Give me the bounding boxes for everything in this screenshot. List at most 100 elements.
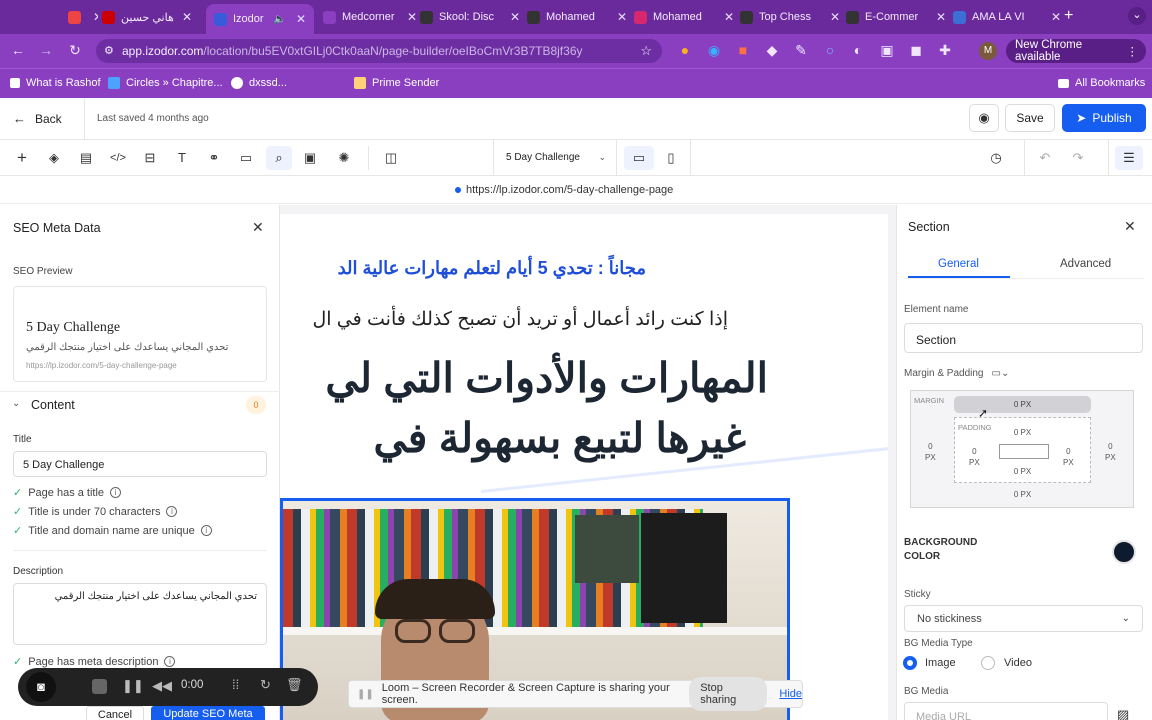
close-icon[interactable]: ✕	[1124, 218, 1136, 235]
undo-icon[interactable]: ↶	[1037, 150, 1053, 166]
page-preview[interactable]: مجاناً : تحدي 5 أيام لتعلم مهارات عالية …	[280, 214, 888, 720]
tab-advanced[interactable]: Advanced	[1060, 258, 1111, 270]
browser-tab[interactable]: ✕	[68, 6, 98, 28]
margin-bottom-input[interactable]: 0 PX	[954, 490, 1091, 499]
terminal-icon[interactable]: ▣	[302, 150, 318, 166]
browser-tab[interactable]: E-Commer ✕	[846, 6, 946, 28]
description-textarea[interactable]: تحدي المجاني يساعدك على اختيار منتجك الر…	[13, 583, 267, 645]
tab-close-icon[interactable]: ✕	[611, 10, 627, 24]
browser-tab[interactable]: Izodor 🔈 ✕	[206, 4, 314, 34]
bookmark-item[interactable]: Circles » Chapitre...	[108, 77, 223, 89]
new-chrome-available-button[interactable]: New Chrome available ⋮	[1006, 39, 1146, 63]
camera-icon[interactable]: ◙	[26, 672, 56, 702]
tab-mute-icon[interactable]: 🔈	[274, 14, 286, 25]
padding-bottom-input[interactable]: 0 PX	[955, 467, 1090, 476]
media-url-input[interactable]: Media URL	[904, 702, 1108, 720]
tab-general[interactable]: General	[938, 258, 979, 270]
padding-right-input[interactable]: 0 PX	[1063, 446, 1074, 468]
code-icon[interactable]: </>	[110, 150, 126, 166]
back-button[interactable]: ← Back	[13, 111, 62, 126]
extension-dark-icon[interactable]: ◼	[908, 42, 924, 58]
desktop-view-icon[interactable]: ▭	[624, 146, 654, 170]
text-icon[interactable]: T	[174, 150, 190, 166]
layers-icon[interactable]: ◈	[46, 150, 62, 166]
sticky-select[interactable]: No stickiness ⌄	[904, 605, 1143, 632]
browser-tab[interactable]: Top Chess ✕	[740, 6, 840, 28]
main-heading-line-2[interactable]: غيرها لتبيع بسهولة في	[374, 414, 746, 462]
bookmark-item[interactable]: Prime Sender	[354, 77, 439, 89]
extension-shield-icon[interactable]: ◆	[764, 42, 780, 58]
title-input[interactable]: 5 Day Challenge	[13, 451, 267, 477]
tab-close-icon[interactable]: ✕	[504, 10, 520, 24]
pause-icon[interactable]: ❚❚	[122, 678, 144, 694]
margin-right-input[interactable]: 0 PX	[1105, 441, 1116, 463]
padding-left-input[interactable]: 0 PX	[969, 446, 980, 468]
page-url[interactable]: https://lp.izodor.com/5-day-challenge-pa…	[455, 184, 673, 196]
tab-close-icon[interactable]: ✕	[176, 10, 192, 24]
browser-tab[interactable]: هاني حسين ✕	[102, 6, 192, 28]
paint-icon[interactable]: ⊟	[142, 150, 158, 166]
media-icon[interactable]: ▭	[238, 150, 254, 166]
profile-menu-icon[interactable]: ⌄	[1128, 7, 1146, 25]
close-icon[interactable]: ✕	[252, 219, 264, 236]
extension-bulb-icon[interactable]: ●	[677, 42, 693, 58]
update-seo-meta-button[interactable]: Update SEO Meta	[151, 706, 265, 720]
history-icon[interactable]: ◷	[988, 150, 1004, 166]
margin-top-input[interactable]: 0 PX	[954, 396, 1091, 413]
redo-icon[interactable]: ↷	[1070, 150, 1086, 166]
main-heading-line-1[interactable]: المهارات والأدوات التي لي	[325, 354, 768, 402]
tab-close-icon[interactable]: ✕	[718, 10, 734, 24]
info-icon[interactable]: i	[200, 525, 212, 536]
profile-avatar[interactable]: M	[979, 42, 997, 60]
content-section-toggle[interactable]: Content	[31, 398, 75, 412]
stop-recording-icon[interactable]	[92, 679, 107, 694]
extension-red-icon[interactable]: ■	[735, 42, 751, 58]
bookmark-star-icon[interactable]: ☆	[640, 43, 652, 59]
page-selector[interactable]: 5 Day Challenge ⌄	[506, 152, 606, 163]
pages-icon[interactable]: ▤	[78, 150, 94, 166]
hide-button[interactable]: Hide	[779, 688, 802, 700]
preview-eye-icon[interactable]: ◉	[969, 104, 999, 132]
tab-close-icon[interactable]: ✕	[290, 12, 306, 26]
image-upload-icon[interactable]: ▨	[1117, 707, 1129, 720]
extension-circle-icon[interactable]: ○	[822, 42, 838, 58]
element-name-input[interactable]: Section	[904, 323, 1143, 353]
rewind-icon[interactable]: ◀◀	[152, 678, 172, 694]
extension-square-icon[interactable]: ▣	[879, 42, 895, 58]
browser-tab[interactable]: Mohamed ✕	[634, 6, 734, 28]
stop-sharing-button[interactable]: Stop sharing	[689, 677, 768, 711]
tab-close-icon[interactable]: ✕	[1045, 10, 1061, 24]
drag-grid-icon[interactable]: ⁞⁞	[232, 677, 239, 692]
padding-top-input[interactable]: 0 PX	[955, 428, 1090, 437]
reload-icon[interactable]: ↻	[67, 42, 83, 58]
drag-handle-icon[interactable]: ❚❚	[357, 689, 374, 700]
publish-button[interactable]: ➤ Publish	[1062, 104, 1146, 132]
back-nav-icon[interactable]: ←	[10, 42, 26, 58]
chrome-menu-icon[interactable]: ⋮	[1127, 44, 1139, 58]
save-button[interactable]: Save	[1005, 104, 1055, 132]
margin-left-input[interactable]: 0 PX	[925, 441, 936, 463]
info-icon[interactable]: i	[110, 487, 122, 498]
restart-icon[interactable]: ↻	[260, 677, 271, 693]
site-info-icon[interactable]: ⚙	[104, 44, 114, 57]
tab-close-icon[interactable]: ✕	[824, 10, 840, 24]
browser-tab[interactable]: Mohamed ✕	[527, 6, 627, 28]
browser-tab[interactable]: Skool: Disc ✕	[420, 6, 520, 28]
media-type-video-radio[interactable]: Video	[981, 656, 1032, 670]
trash-icon[interactable]: 🗑	[286, 677, 303, 693]
settings-sliders-icon[interactable]: ☰	[1115, 146, 1143, 170]
info-icon[interactable]: i	[166, 506, 178, 517]
device-monitor-icon[interactable]: ▭⌄	[992, 368, 1010, 379]
add-element-icon[interactable]: +	[14, 149, 30, 166]
background-color-swatch[interactable]	[1112, 540, 1136, 564]
cancel-button[interactable]: Cancel	[86, 706, 144, 720]
tab-close-icon[interactable]: ✕	[401, 10, 417, 24]
new-tab-icon[interactable]: +	[1064, 7, 1073, 25]
all-bookmarks[interactable]: All Bookmarks	[1058, 77, 1145, 89]
integrations-icon[interactable]: ⚭	[206, 150, 222, 166]
extension-pen-icon[interactable]: ✎	[793, 42, 809, 58]
extension-gauge-icon[interactable]: ◐	[850, 42, 866, 58]
headline-small[interactable]: مجاناً : تحدي 5 أيام لتعلم مهارات عالية …	[338, 258, 646, 279]
palette-icon[interactable]: ✺	[336, 150, 352, 166]
bookmark-item[interactable]: What is Rashof	[10, 77, 101, 89]
